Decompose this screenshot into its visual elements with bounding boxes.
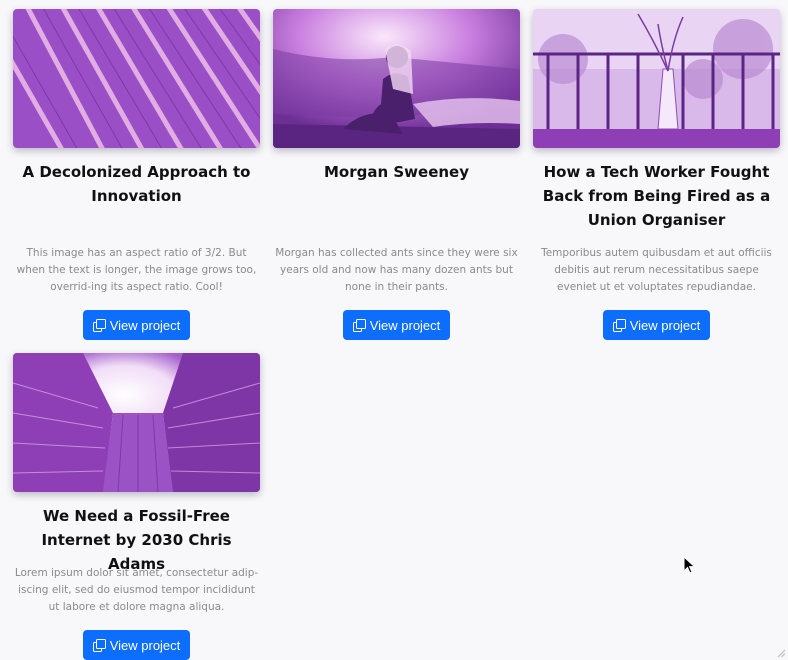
- card-image-flowers-balcony: [533, 9, 780, 148]
- copy-icon: [92, 318, 106, 332]
- copy-icon: [612, 318, 626, 332]
- project-card: A Decolonized Approach to Innovation Thi…: [13, 9, 260, 340]
- card-title: How a Tech Worker Fought Back from Being…: [542, 163, 771, 229]
- project-card: We Need a Fossil-Free Internet by 2030 C…: [13, 353, 260, 660]
- view-project-button[interactable]: View project: [83, 310, 190, 340]
- card-description: Temporibus autem quibusdam et aut offici…: [541, 247, 772, 293]
- view-project-button[interactable]: View project: [343, 310, 450, 340]
- card-description: Lorem ipsum dolor sit amet, consectetur …: [14, 567, 259, 613]
- button-label: View project: [109, 317, 181, 333]
- view-project-button[interactable]: View project: [603, 310, 710, 340]
- card-image-skyscrapers: [13, 353, 260, 492]
- resize-handle-icon[interactable]: [776, 648, 786, 658]
- project-card: How a Tech Worker Fought Back from Being…: [533, 9, 780, 340]
- button-label: View project: [109, 637, 181, 653]
- card-description: This image has an aspect ratio of 3/2. B…: [16, 247, 257, 293]
- mouse-pointer-icon: [683, 556, 696, 574]
- project-card: Morgan Sweeney Morgan has collected ants…: [273, 9, 520, 340]
- card-title: Morgan Sweeney: [323, 163, 470, 181]
- card-image-solar-panels: [13, 9, 260, 148]
- copy-icon: [92, 638, 106, 652]
- copy-icon: [352, 318, 366, 332]
- card-title: A Decolonized Approach to Innovation: [22, 163, 251, 205]
- button-label: View project: [629, 317, 701, 333]
- button-label: View project: [369, 317, 441, 333]
- card-description: Morgan has collected ants since they wer…: [275, 247, 518, 293]
- view-project-button[interactable]: View project: [83, 630, 190, 660]
- card-image-person-sitting: [273, 9, 520, 148]
